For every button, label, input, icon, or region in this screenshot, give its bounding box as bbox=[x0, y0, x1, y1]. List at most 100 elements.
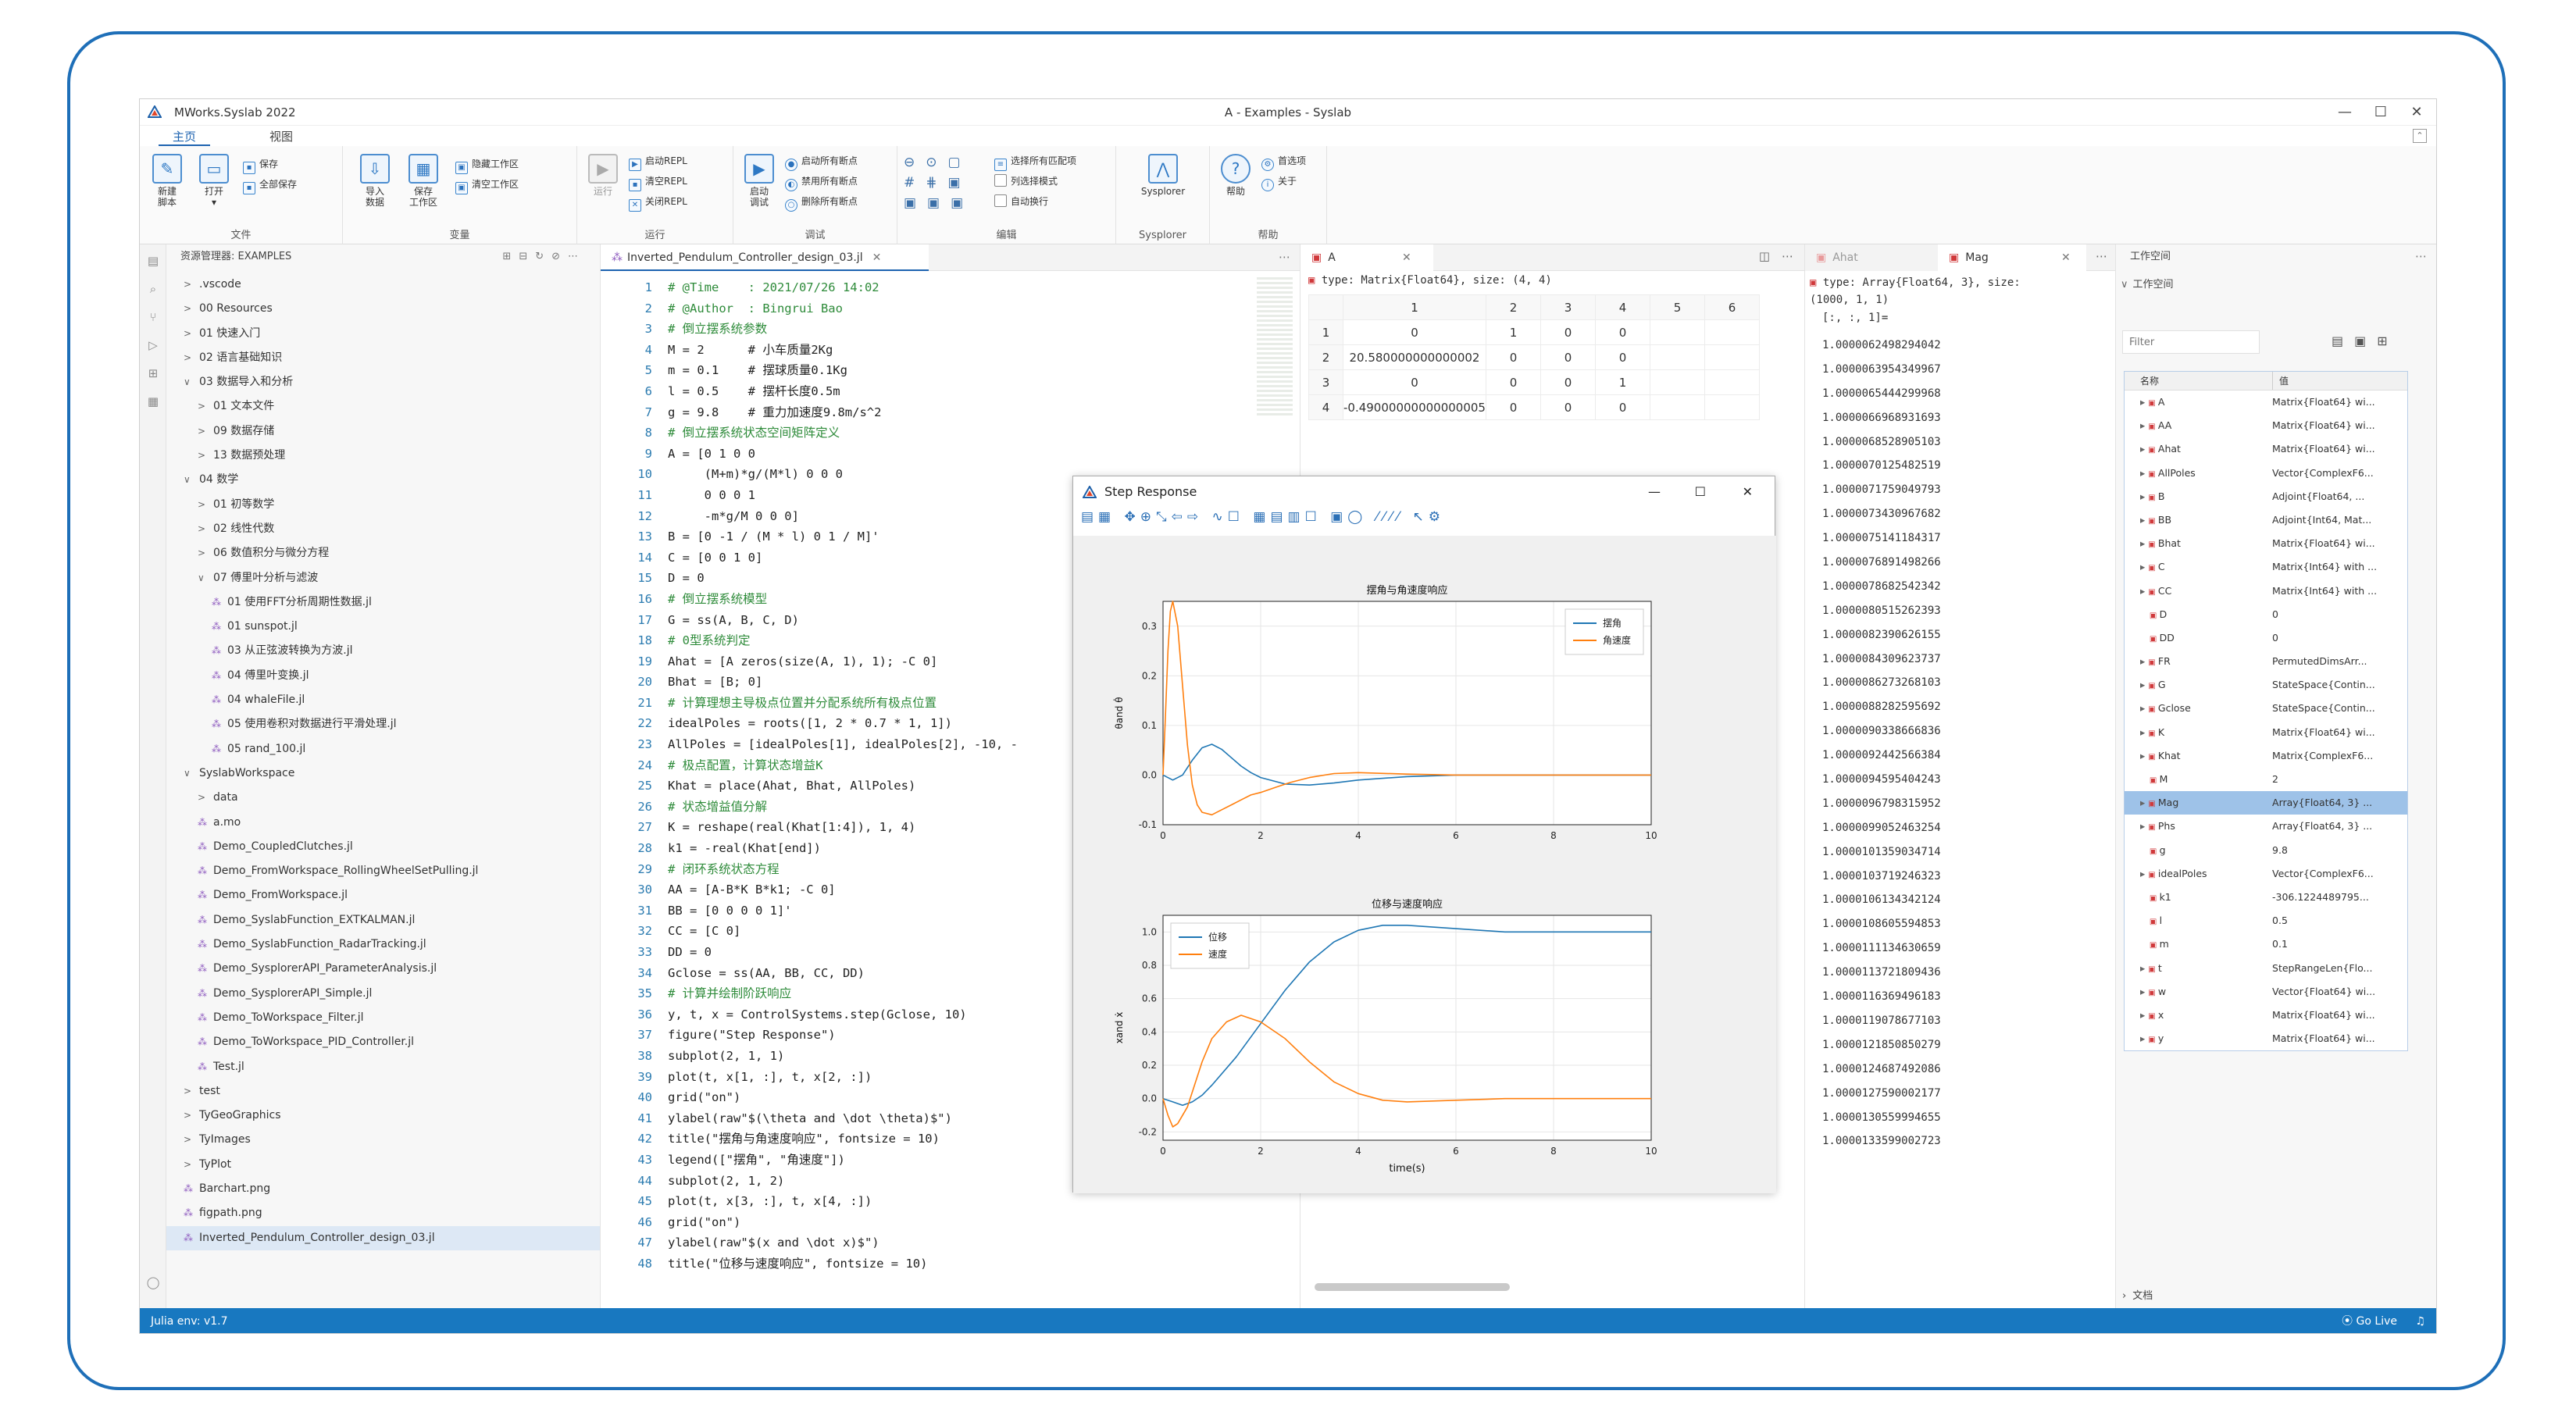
more-icon[interactable]: ⋯ bbox=[1279, 250, 1290, 264]
code-line[interactable]: 45 plot(t, x[3, :], t, x[4, :]) bbox=[601, 1191, 1300, 1212]
matrix-row-header[interactable]: 1 bbox=[1308, 319, 1343, 345]
file-item[interactable]: ⁂ Demo_SysplorerAPI_ParameterAnalysis.jl bbox=[166, 957, 600, 981]
new-script-button[interactable]: ✎ 新建 脚本 bbox=[146, 154, 188, 208]
expand-icon[interactable]: ▸ bbox=[2140, 986, 2148, 997]
expand-icon[interactable] bbox=[2140, 844, 2150, 856]
search-icon[interactable]: ⌕ bbox=[145, 282, 161, 298]
matrix-col-header[interactable]: 1 bbox=[1343, 294, 1486, 320]
file-item[interactable]: ⁂ figpath.png bbox=[166, 1201, 600, 1225]
matrix-cell[interactable]: 20.580000000000002 bbox=[1343, 344, 1486, 370]
workspace-row[interactable]: ▸ ▣ Mag Array{Float64, 3} ... bbox=[2125, 791, 2407, 815]
expand-icon[interactable]: ▸ bbox=[2140, 537, 2148, 549]
minimize-button[interactable]: — bbox=[2327, 102, 2363, 123]
matrix-col-header[interactable]: 6 bbox=[1704, 294, 1760, 320]
matrix-col-header[interactable]: 3 bbox=[1540, 294, 1596, 320]
expand-icon[interactable]: ▸ bbox=[2140, 561, 2148, 572]
folder-item[interactable]: ∨ 03 数据导入和分析 bbox=[166, 370, 600, 394]
expand-icon[interactable]: ▸ bbox=[2140, 419, 2148, 431]
julia-env-status[interactable]: Julia env: v1.7 bbox=[151, 1308, 228, 1333]
workspace-row[interactable]: ▸ ▣ w Vector{Float64} wi... bbox=[2125, 980, 2407, 1004]
workspace-section[interactable]: ∨ 工作空间 bbox=[2121, 276, 2174, 291]
matrix-col-header[interactable]: 5 bbox=[1649, 294, 1705, 320]
save-button[interactable]: ▪ 保存 bbox=[243, 155, 278, 174]
workspace-row[interactable]: ▸ ▣ A Matrix{Float64} wi... bbox=[2125, 390, 2407, 414]
horizontal-scrollbar[interactable] bbox=[1315, 1283, 1510, 1291]
file-item[interactable]: ⁂ Demo_SyslabFunction_RadarTracking.jl bbox=[166, 932, 600, 957]
folder-item[interactable]: >13 数据预处理 bbox=[166, 444, 600, 468]
folder-item[interactable]: >01 初等数学 bbox=[166, 493, 600, 517]
folder-item[interactable]: ∨ 04 数学 bbox=[166, 468, 600, 492]
enable-breakpoints-button[interactable]: ● 启动所有断点 bbox=[785, 152, 858, 171]
matrix-cell[interactable]: 0 bbox=[1485, 369, 1541, 395]
select-all-matches-button[interactable]: ≡ 选择所有匹配项 bbox=[994, 152, 1076, 171]
matrix-cell[interactable]: 0 bbox=[1540, 319, 1596, 345]
expand-icon[interactable] bbox=[2140, 891, 2150, 903]
workspace-row[interactable]: ▸ ▣ idealPoles Vector{ComplexF6... bbox=[2125, 862, 2407, 886]
file-item[interactable]: ⁂ a.mo bbox=[166, 811, 600, 835]
code-line[interactable]: 3 # 倒立摆系统参数 bbox=[601, 319, 1300, 340]
expand-icon[interactable]: ▸ bbox=[2140, 726, 2148, 738]
workspace-row[interactable]: ▸ ▣ C Matrix{Int64} with ... bbox=[2125, 555, 2407, 579]
file-item[interactable]: ⁂ 01 使用FFT分析周期性数据.jl bbox=[166, 590, 600, 615]
column-select-checkbox[interactable]: 列选择模式 bbox=[994, 173, 1058, 190]
start-repl-button[interactable]: ▶ 启动REPL bbox=[629, 152, 687, 171]
workspace-row[interactable]: ▸ ▣ AllPoles Vector{ComplexF6... bbox=[2125, 462, 2407, 485]
disable-breakpoints-button[interactable]: ◐ 禁用所有断点 bbox=[785, 173, 858, 191]
code-line[interactable]: 9 A = [0 1 0 0 bbox=[601, 444, 1300, 465]
expand-icon[interactable]: ▸ bbox=[2140, 655, 2148, 667]
close-repl-button[interactable]: ✕ 关闭REPL bbox=[629, 193, 687, 212]
folder-item[interactable]: > TyPlot bbox=[166, 1153, 600, 1177]
figure-maximize-button[interactable]: ☐ bbox=[1695, 476, 1706, 508]
matrix-cell[interactable] bbox=[1704, 344, 1760, 370]
workspace-row[interactable]: ▸ ▣ Khat Matrix{ComplexF6... bbox=[2125, 744, 2407, 768]
file-item[interactable]: ⁂ Barchart.png bbox=[166, 1177, 600, 1201]
minimap[interactable] bbox=[1257, 277, 1293, 418]
matrix-cell[interactable]: 0 bbox=[1594, 319, 1650, 345]
expand-icon[interactable]: ▸ bbox=[2140, 820, 2148, 832]
go-live-button[interactable]: ⦿ Go Live bbox=[2342, 1308, 2397, 1333]
code-line[interactable]: 46 grid("on") bbox=[601, 1212, 1300, 1233]
workspace-filter[interactable] bbox=[2122, 330, 2260, 354]
file-item[interactable]: ⁂ Test.jl bbox=[166, 1055, 600, 1079]
maximize-button[interactable]: ☐ bbox=[2363, 102, 2399, 123]
workspace-row[interactable]: ▸ ▣ BB Adjoint{Int64, Mat... bbox=[2125, 508, 2407, 532]
extensions-icon[interactable]: ⊞ bbox=[145, 366, 161, 382]
file-item[interactable]: ⁂ 04 傅里叶变换.jl bbox=[166, 664, 600, 688]
expand-icon[interactable] bbox=[2140, 608, 2150, 620]
expand-icon[interactable] bbox=[2140, 773, 2150, 785]
workspace-row[interactable]: ▸ ▣ B Adjoint{Float64, ... bbox=[2125, 485, 2407, 508]
folder-item[interactable]: > TyGeoGraphics bbox=[166, 1104, 600, 1128]
file-item[interactable]: ⁂ Demo_CoupledClutches.jl bbox=[166, 835, 600, 859]
folder-item[interactable]: >02 语言基础知识 bbox=[166, 346, 600, 370]
matrix-cell[interactable]: 0 bbox=[1343, 319, 1486, 345]
workspace-row[interactable]: ▸ ▣ AA Matrix{Float64} wi... bbox=[2125, 414, 2407, 437]
file-item[interactable]: ⁂ Demo_ToWorkspace_PID_Controller.jl bbox=[166, 1030, 600, 1054]
explorer-actions-icon[interactable]: ⊞⊟↻⊘⋯ bbox=[502, 244, 586, 269]
matrix-cell[interactable] bbox=[1649, 394, 1705, 420]
expand-icon[interactable]: ▸ bbox=[2140, 514, 2148, 526]
file-item[interactable]: ⁂ 03 从正弦波转换为方波.jl bbox=[166, 639, 600, 663]
matrix-cell[interactable] bbox=[1649, 319, 1705, 345]
ribbon-collapse-icon[interactable]: ⌃ bbox=[2413, 129, 2427, 143]
workspace-row[interactable]: ▣ m 0.1 bbox=[2125, 932, 2407, 956]
matrix-cell[interactable]: 0 bbox=[1343, 369, 1486, 395]
matrix-row-header[interactable]: 2 bbox=[1308, 344, 1343, 370]
folder-item[interactable]: >00 Resources bbox=[166, 297, 600, 321]
matrix-cell[interactable]: -0.49000000000000005 bbox=[1343, 394, 1486, 420]
account-icon[interactable]: ◯ bbox=[145, 1275, 161, 1291]
close-button[interactable]: ✕ bbox=[2399, 102, 2435, 123]
matrix-cell[interactable]: 0 bbox=[1540, 394, 1596, 420]
expand-icon[interactable]: ▸ bbox=[2140, 962, 2148, 974]
debug-view-icon[interactable]: ▷ bbox=[145, 338, 161, 354]
editor-tab[interactable]: ⁂ Inverted_Pendulum_Controller_design_03.… bbox=[601, 244, 929, 271]
clear-workspace-button[interactable]: ▣ 清空工作区 bbox=[455, 176, 519, 194]
workspace-row[interactable]: ▸ ▣ K Matrix{Float64} wi... bbox=[2125, 721, 2407, 744]
code-line[interactable]: 4 M = 2 # 小车质量2Kg bbox=[601, 340, 1300, 361]
tab-view[interactable]: 视图 bbox=[255, 127, 307, 146]
figure-minimize-button[interactable]: — bbox=[1648, 476, 1661, 508]
expand-icon[interactable]: ▸ bbox=[2140, 868, 2148, 879]
clear-repl-button[interactable]: ▪ 清空REPL bbox=[629, 173, 687, 191]
matrix-cell[interactable]: 0 bbox=[1594, 394, 1650, 420]
docs-section[interactable]: › 文档 bbox=[2122, 1287, 2153, 1302]
workspace-row[interactable]: ▸ ▣ y Matrix{Float64} wi... bbox=[2125, 1027, 2407, 1050]
